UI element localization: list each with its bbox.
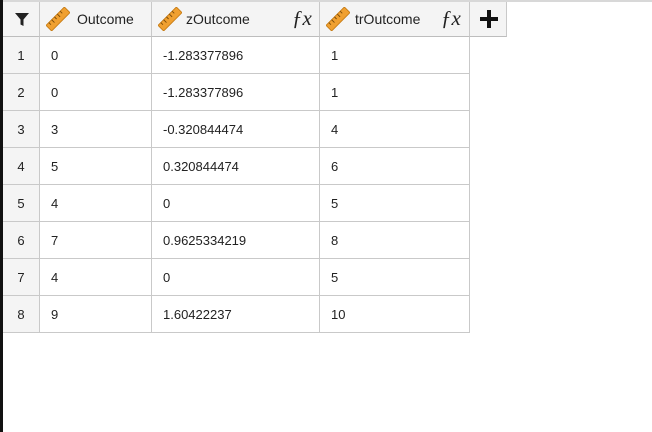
cell-outcome[interactable]: 0 — [40, 74, 152, 111]
cell-outcome[interactable]: 7 — [40, 222, 152, 259]
cell-troutcome[interactable]: 6 — [320, 148, 470, 185]
cell-troutcome[interactable]: 1 — [320, 74, 470, 111]
spreadsheet-view: Outcome zOutcome ƒx trOutcome ƒx 1 0 -1.… — [0, 0, 652, 432]
cell-zoutcome[interactable]: -1.283377896 — [152, 37, 320, 74]
plus-icon[interactable] — [480, 10, 498, 28]
ruler-icon — [46, 7, 70, 31]
cell-troutcome[interactable]: 5 — [320, 259, 470, 296]
row-number[interactable]: 5 — [3, 185, 40, 222]
cell-zoutcome[interactable]: -1.283377896 — [152, 74, 320, 111]
cell-zoutcome[interactable]: 0 — [152, 185, 320, 222]
cell-zoutcome[interactable]: 0 — [152, 259, 320, 296]
filter-header-cell[interactable] — [3, 2, 40, 37]
column-header-outcome[interactable]: Outcome — [40, 2, 152, 37]
cell-outcome[interactable]: 0 — [40, 37, 152, 74]
row-number[interactable]: 1 — [3, 37, 40, 74]
row-number[interactable]: 7 — [3, 259, 40, 296]
filter-icon[interactable] — [15, 13, 29, 27]
add-column-button[interactable] — [470, 2, 507, 37]
cell-troutcome[interactable]: 8 — [320, 222, 470, 259]
cell-outcome[interactable]: 3 — [40, 111, 152, 148]
column-header-label: zOutcome — [186, 11, 250, 27]
cell-outcome[interactable]: 4 — [40, 259, 152, 296]
row-number[interactable]: 3 — [3, 111, 40, 148]
ruler-icon — [326, 7, 350, 31]
row-number[interactable]: 4 — [3, 148, 40, 185]
cell-outcome[interactable]: 4 — [40, 185, 152, 222]
cell-zoutcome[interactable]: 0.9625334219 — [152, 222, 320, 259]
fx-icon[interactable]: ƒx — [292, 6, 312, 31]
cell-zoutcome[interactable]: 0.320844474 — [152, 148, 320, 185]
cell-troutcome[interactable]: 5 — [320, 185, 470, 222]
cell-zoutcome[interactable]: -0.320844474 — [152, 111, 320, 148]
fx-icon[interactable]: ƒx — [441, 6, 461, 31]
column-header-troutcome[interactable]: trOutcome ƒx — [320, 2, 470, 37]
cell-outcome[interactable]: 5 — [40, 148, 152, 185]
cell-troutcome[interactable]: 10 — [320, 296, 470, 333]
cell-troutcome[interactable]: 1 — [320, 37, 470, 74]
row-number[interactable]: 8 — [3, 296, 40, 333]
ruler-icon — [158, 7, 182, 31]
cell-outcome[interactable]: 9 — [40, 296, 152, 333]
row-number[interactable]: 2 — [3, 74, 40, 111]
column-header-label: Outcome — [77, 11, 134, 27]
cell-zoutcome[interactable]: 1.60422237 — [152, 296, 320, 333]
column-header-label: trOutcome — [355, 11, 421, 27]
column-header-zoutcome[interactable]: zOutcome ƒx — [152, 2, 320, 37]
cell-troutcome[interactable]: 4 — [320, 111, 470, 148]
row-number[interactable]: 6 — [3, 222, 40, 259]
